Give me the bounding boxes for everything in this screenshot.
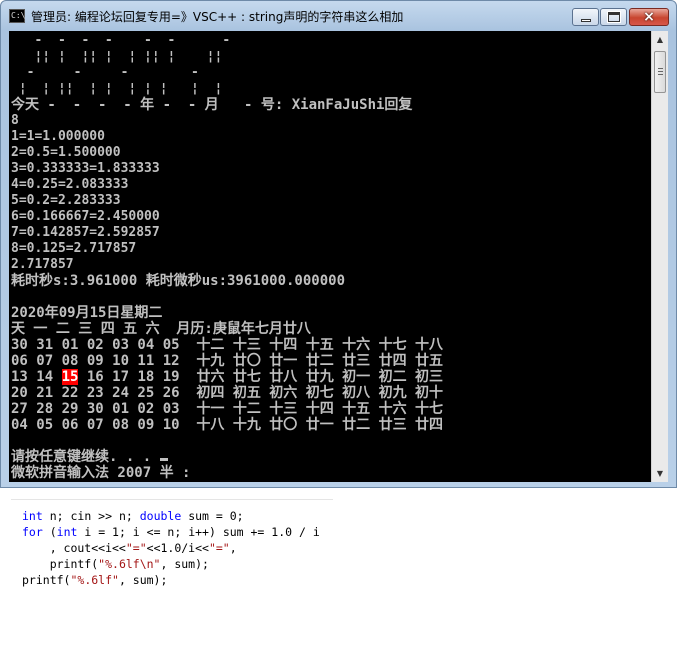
prompt-text: 请按任意键继续. . .: [11, 449, 160, 465]
calendar-header: 天 一 二 三 四 五 六 月历:庚鼠年七月廿八: [11, 321, 311, 337]
output-line: 6=0.166667=2.450000: [11, 209, 160, 224]
text-cursor: [159, 458, 168, 461]
ascii-art-line: ¦¦ ¦ ¦¦ ¦ ¦ ¦¦ ¦ ¦¦: [11, 49, 223, 64]
scroll-down-icon[interactable]: ▼: [652, 465, 668, 482]
today-highlight: 15: [61, 369, 79, 385]
output-line: 1=1=1.000000: [11, 129, 105, 144]
code-line: for (int i = 1; i <= n; i++) sum += 1.0 …: [22, 524, 320, 540]
grip-icon: [658, 68, 663, 69]
calendar-cells: 16 17 18 19 廿六 廿七 廿八 廿九 初一 初二 初三: [78, 369, 444, 385]
code-text: , sum);: [160, 557, 209, 571]
code-text: , cout<<i<<: [22, 541, 126, 555]
output-line: 8: [11, 113, 19, 128]
code-line: printf("%.6lf", sum);: [22, 572, 167, 588]
code-text: ,: [229, 541, 237, 555]
code-text: n; cin >> n;: [42, 509, 140, 523]
output-line: 8=0.125=2.717857: [11, 241, 137, 256]
maximize-button[interactable]: [600, 8, 627, 26]
window-title: 管理员: 编程论坛回复专用=》VSC++ : string声明的字符串这么相加: [31, 10, 404, 24]
code-text: sum = 0;: [181, 509, 244, 523]
code-text: <<1.0/i<<: [146, 541, 209, 555]
code-text: printf(: [22, 573, 71, 587]
code-text: , sum);: [118, 573, 168, 587]
calendar-cells: 13 14: [11, 369, 62, 385]
code-keyword: for: [22, 525, 43, 539]
calendar-row: 04 05 06 07 08 09 10 十八 十九 廿〇 廿一 廿二 廿三 廿…: [11, 417, 444, 433]
console-app-icon[interactable]: C:\: [9, 9, 25, 23]
code-keyword: int: [56, 525, 78, 539]
grip-icon: [658, 74, 663, 75]
header-line: 今天 - - - - 年 - - 月 - 号: XianFaJuShi回复: [11, 97, 413, 113]
ascii-art-line: - - - - - - -: [11, 33, 231, 48]
close-button[interactable]: ×: [629, 8, 669, 26]
code-line: , cout<<i<<"="<<1.0/i<<"=",: [22, 540, 237, 556]
code-keyword: double: [139, 509, 182, 523]
maximize-icon: [607, 11, 621, 23]
scroll-up-icon[interactable]: ▲: [652, 31, 668, 48]
calendar-row: 30 31 01 02 03 04 05 十二 十三 十四 十五 十六 十七 十…: [11, 337, 444, 353]
calendar-row: 13 14 15 16 17 18 19 廿六 廿七 廿八 廿九 初一 初二 初…: [11, 369, 443, 385]
scrollbar-thumb[interactable]: [654, 51, 666, 93]
output-line: 7=0.142857=2.592857: [11, 225, 160, 240]
title-bar[interactable]: C:\ 管理员: 编程论坛回复专用=》VSC++ : string声明的字符串这…: [1, 1, 676, 31]
code-snippet: int n; cin >> n; double sum = 0; for (in…: [11, 499, 333, 590]
code-line: printf("%.6lf\n", sum);: [22, 556, 209, 572]
grip-icon: [658, 71, 663, 72]
console-window: C:\ 管理员: 编程论坛回复专用=》VSC++ : string声明的字符串这…: [0, 0, 677, 488]
output-line: 4=0.25=2.083333: [11, 177, 129, 192]
calendar-row: 27 28 29 30 01 02 03 十一 十二 十三 十四 十五 十六 十…: [11, 401, 444, 417]
code-string: "%.6lf\n": [98, 557, 161, 571]
continue-prompt: 请按任意键继续. . .: [11, 449, 168, 465]
minimize-button[interactable]: [572, 8, 599, 26]
code-text: printf(: [22, 557, 99, 571]
code-string: "%.6lf": [70, 573, 119, 587]
code-text: i = 1; i <= n; i++) sum += 1.0 / i: [77, 525, 320, 539]
minimize-icon: [581, 19, 591, 22]
vertical-scrollbar[interactable]: ▲ ▼: [651, 31, 668, 482]
code-keyword: int: [22, 509, 43, 523]
date-line: 2020年09月15日星期二: [11, 305, 163, 321]
console-output[interactable]: - - - - - - - ¦¦ ¦ ¦¦ ¦ ¦ ¦¦ ¦ ¦¦ - - - …: [9, 31, 651, 482]
code-string: "=": [125, 541, 147, 555]
output-line: 2.717857: [11, 257, 74, 272]
output-line: 2=0.5=1.500000: [11, 145, 121, 160]
ascii-art-line: ¦ ¦ ¦¦ ¦ ¦ ¦ ¦ ¦ ¦ ¦: [11, 81, 223, 96]
output-line: 5=0.2=2.283333: [11, 193, 121, 208]
code-string: "=": [208, 541, 230, 555]
calendar-row: 06 07 08 09 10 11 12 十九 廿〇 廿一 廿二 廿三 廿四 廿…: [11, 353, 444, 369]
ime-status-line: 微软拼音输入法 2007 半 :: [11, 465, 191, 481]
calendar-row: 20 21 22 23 24 25 26 初四 初五 初六 初七 初八 初九 初…: [11, 385, 444, 401]
code-line: int n; cin >> n; double sum = 0;: [22, 508, 244, 524]
timing-line: 耗时秒s:3.961000 耗时微秒us:3961000.000000: [11, 273, 346, 289]
output-line: 3=0.333333=1.833333: [11, 161, 160, 176]
close-icon: ×: [643, 9, 655, 25]
code-text: (: [42, 525, 57, 539]
ascii-art-line: - - - -: [11, 65, 199, 80]
